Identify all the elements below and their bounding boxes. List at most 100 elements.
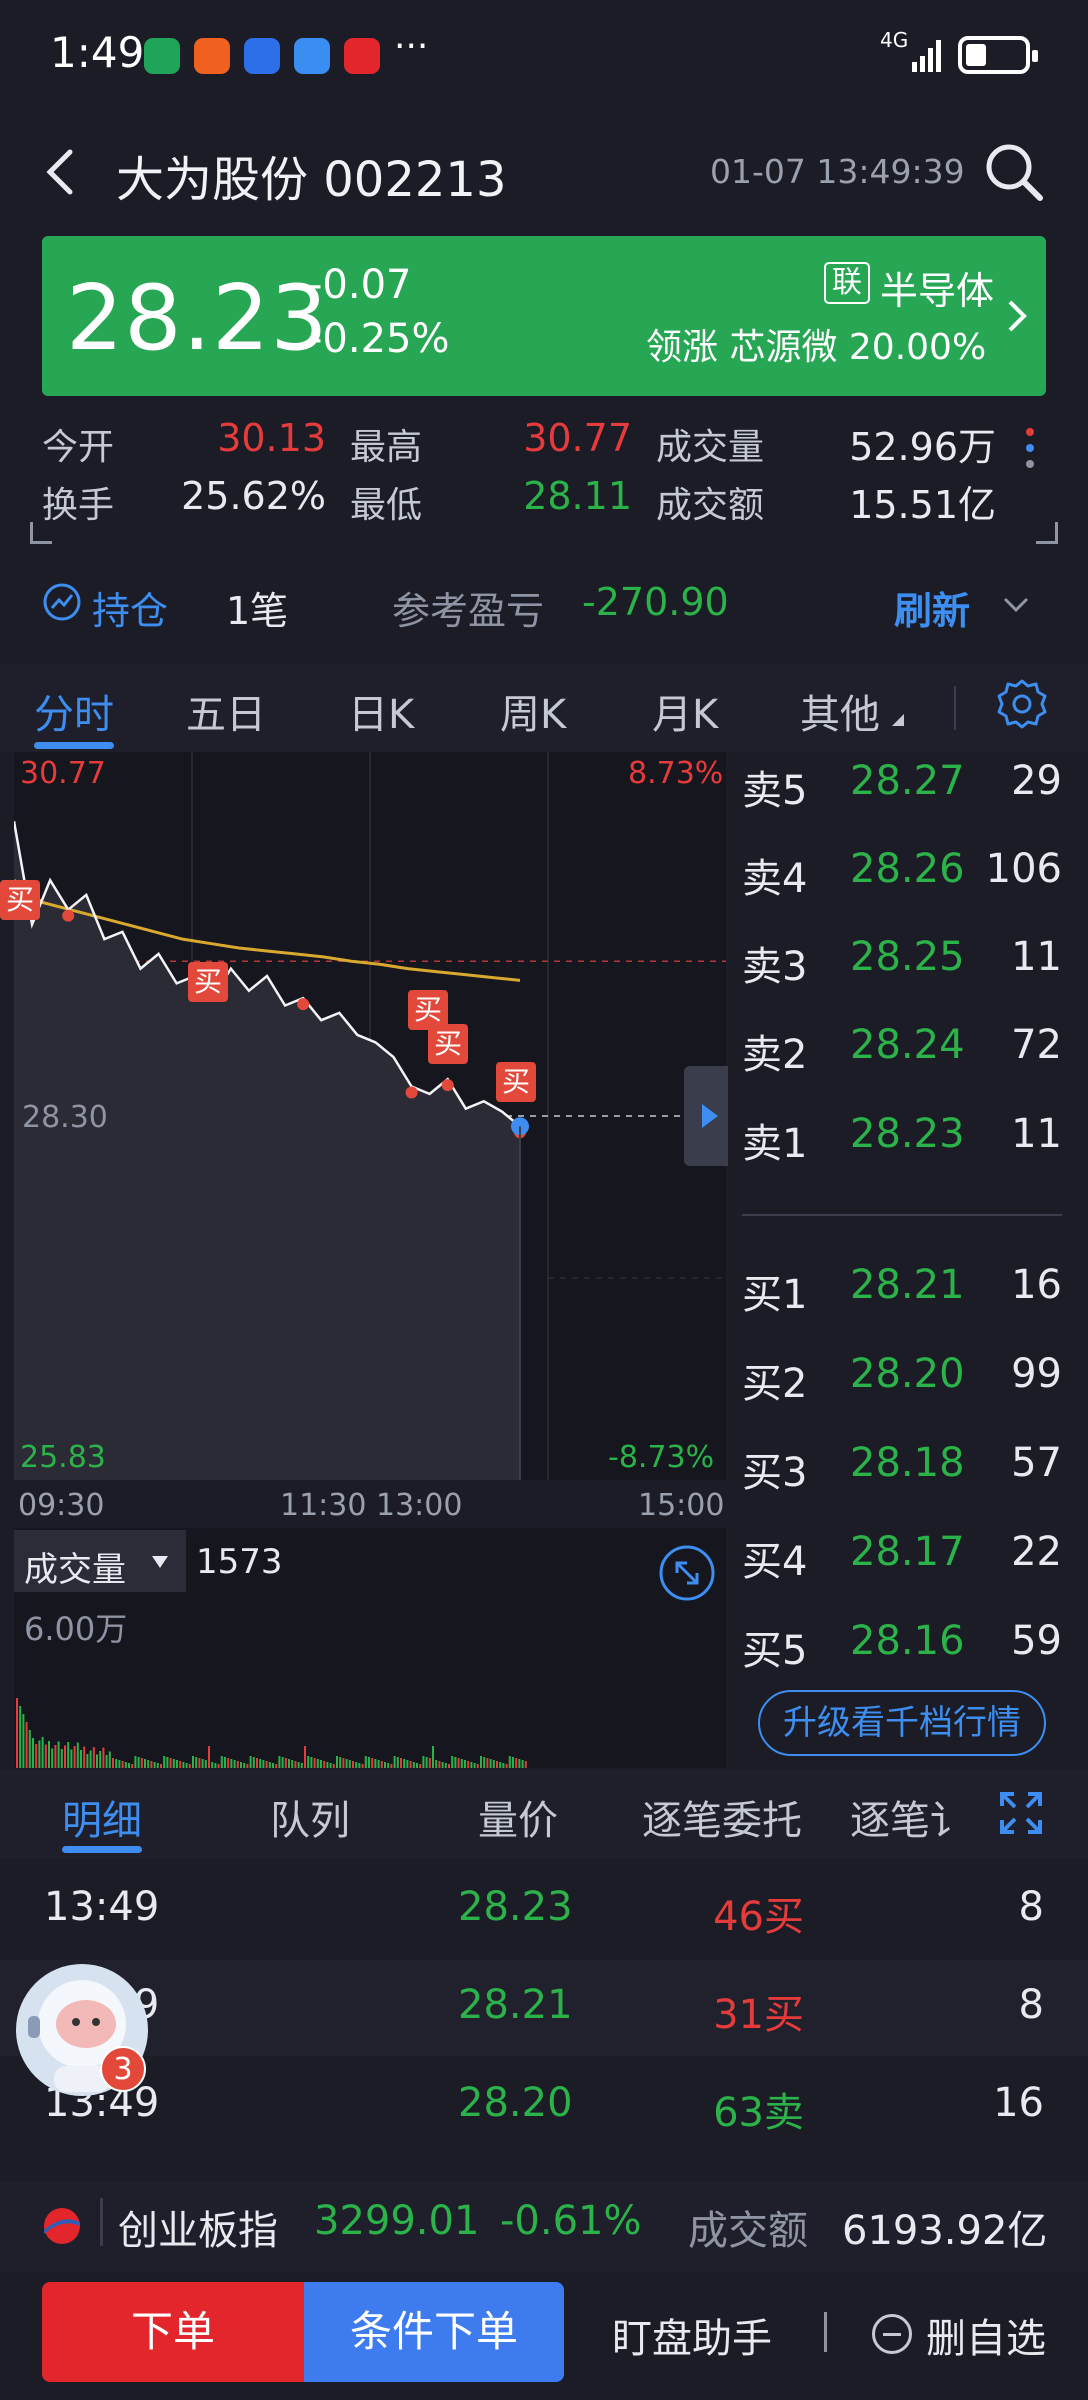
ask-row[interactable]: 卖1 28.23 11	[742, 1111, 1062, 1171]
y-axis-high-pct: 8.73%	[628, 756, 724, 791]
stat-volume: 52.96万	[849, 425, 996, 469]
bid-row[interactable]: 买4 28.17 22	[742, 1529, 1062, 1589]
prev-close-label: 28.30	[22, 1100, 108, 1135]
stat-label: 今开	[42, 427, 115, 468]
volume-bar	[374, 1759, 377, 1768]
order-button[interactable]: 下单	[42, 2282, 304, 2382]
volume-bar	[54, 1745, 57, 1768]
search-icon[interactable]	[982, 140, 1046, 204]
volume-bar	[265, 1761, 268, 1768]
volume-bar	[220, 1756, 223, 1768]
volume-bar	[499, 1762, 502, 1768]
calendar-icon	[294, 38, 330, 74]
stat-label: 换手	[42, 485, 115, 526]
price-banner[interactable]: 28.23 -0.07 -0.25% 联 半导体 领涨 芯源微 20.00%	[42, 236, 1046, 396]
buy-marker[interactable]: 买	[428, 1024, 468, 1064]
volume-bar	[332, 1764, 335, 1768]
volume-bar	[377, 1760, 380, 1768]
volume-bar	[512, 1757, 514, 1768]
trade-point	[297, 998, 310, 1011]
ask-row[interactable]: 卖2 28.24 72	[742, 1022, 1062, 1082]
volume-bar	[476, 1764, 479, 1768]
buy-marker[interactable]: 买	[0, 880, 40, 920]
tab-daily-k[interactable]: 日K	[348, 682, 414, 740]
tab-monthly-k[interactable]: 月K	[652, 682, 718, 740]
tab-details[interactable]: 明细	[62, 1788, 142, 1846]
ask-level-label: 卖2	[742, 1032, 808, 1079]
ask-level-label: 卖4	[742, 856, 808, 903]
volume-bar	[259, 1759, 262, 1768]
tab-order-by-order[interactable]: 逐笔委托	[642, 1788, 802, 1846]
more-options-icon[interactable]	[1026, 428, 1038, 476]
ask-volume: 106	[985, 846, 1062, 893]
corner-mark	[30, 522, 52, 544]
volume-bar	[473, 1763, 476, 1768]
volume-bar	[64, 1745, 66, 1768]
volume-bar	[441, 1762, 444, 1768]
more-notifications: ···	[394, 26, 429, 67]
ask-row[interactable]: 卖5 28.27 29	[742, 758, 1062, 818]
gear-icon[interactable]	[996, 678, 1048, 730]
volume-bar	[112, 1758, 114, 1768]
ask-row[interactable]: 卖4 28.26 106	[742, 846, 1062, 906]
volume-bar	[505, 1764, 508, 1768]
volume-bar	[60, 1749, 63, 1768]
volume-bar	[121, 1761, 124, 1768]
ask-volume: 72	[1011, 1022, 1062, 1069]
expand-icon[interactable]	[658, 1544, 716, 1602]
conditional-order-button[interactable]: 条件下单	[304, 2282, 564, 2382]
volume-bar	[41, 1737, 44, 1768]
bid-row[interactable]: 买3 28.18 57	[742, 1440, 1062, 1500]
volume-bar	[80, 1750, 82, 1768]
tab-weekly-k[interactable]: 周K	[500, 682, 566, 740]
volume-bar	[67, 1742, 70, 1768]
volume-bar	[185, 1763, 188, 1768]
bottom-divider	[824, 2312, 827, 2352]
ask-level-label: 卖3	[742, 944, 808, 991]
volume-bar	[236, 1761, 239, 1768]
price-change: -0.07	[308, 262, 412, 308]
remove-watchlist-button[interactable]: 删自选	[926, 2306, 1046, 2364]
volume-bar	[339, 1757, 342, 1768]
volume-bar	[425, 1757, 428, 1768]
tab-volume-price[interactable]: 量价	[478, 1788, 558, 1846]
index-change: -0.61%	[500, 2198, 642, 2244]
volume-bar	[460, 1759, 463, 1768]
bid-row[interactable]: 买2 28.20 99	[742, 1351, 1062, 1411]
refresh-button[interactable]: 刷新	[894, 580, 970, 635]
chevron-down-icon[interactable]	[1002, 596, 1030, 614]
bid-row[interactable]: 买1 28.21 16	[742, 1262, 1062, 1322]
upgrade-depth-button[interactable]: 升级看千档行情	[758, 1690, 1046, 1756]
volume-bar	[19, 1706, 22, 1768]
fullscreen-icon[interactable]	[998, 1790, 1044, 1836]
holding-label[interactable]: 持仓	[92, 580, 168, 635]
volume-bar	[22, 1714, 25, 1768]
volume-bar	[70, 1749, 73, 1768]
volume-bar	[288, 1759, 290, 1768]
ask-row[interactable]: 卖3 28.25 11	[742, 934, 1062, 994]
minus-circle-icon[interactable]	[872, 2314, 912, 2354]
volume-bar	[233, 1760, 236, 1768]
volume-bar	[406, 1760, 409, 1768]
buy-marker[interactable]: 买	[188, 962, 228, 1002]
tab-queue[interactable]: 队列	[270, 1788, 350, 1846]
buy-marker[interactable]: 买	[496, 1062, 536, 1102]
volume-bar	[489, 1759, 492, 1768]
tab-other[interactable]: 其他	[800, 682, 880, 740]
volume-bar	[275, 1764, 278, 1768]
tab-five-day[interactable]: 五日	[186, 682, 266, 740]
caret-down-icon	[152, 1556, 168, 1568]
back-icon[interactable]	[40, 148, 84, 196]
volume-bar	[470, 1762, 473, 1768]
volume-bar	[307, 1756, 310, 1768]
chevron-right-icon	[1008, 300, 1027, 332]
price-change-percent: -0.25%	[308, 316, 450, 362]
tab-intraday[interactable]: 分时	[34, 682, 114, 740]
volume-bar	[105, 1755, 108, 1768]
bid-row[interactable]: 买5 28.16 59	[742, 1618, 1062, 1678]
tab-trade-by-trade[interactable]: 逐笔讠	[850, 1788, 958, 1846]
watch-assistant-button[interactable]: 盯盘助手	[612, 2306, 772, 2364]
time-label: 15:00	[638, 1488, 725, 1523]
stat-label: 最低	[350, 485, 423, 526]
volume-bar	[412, 1762, 415, 1768]
